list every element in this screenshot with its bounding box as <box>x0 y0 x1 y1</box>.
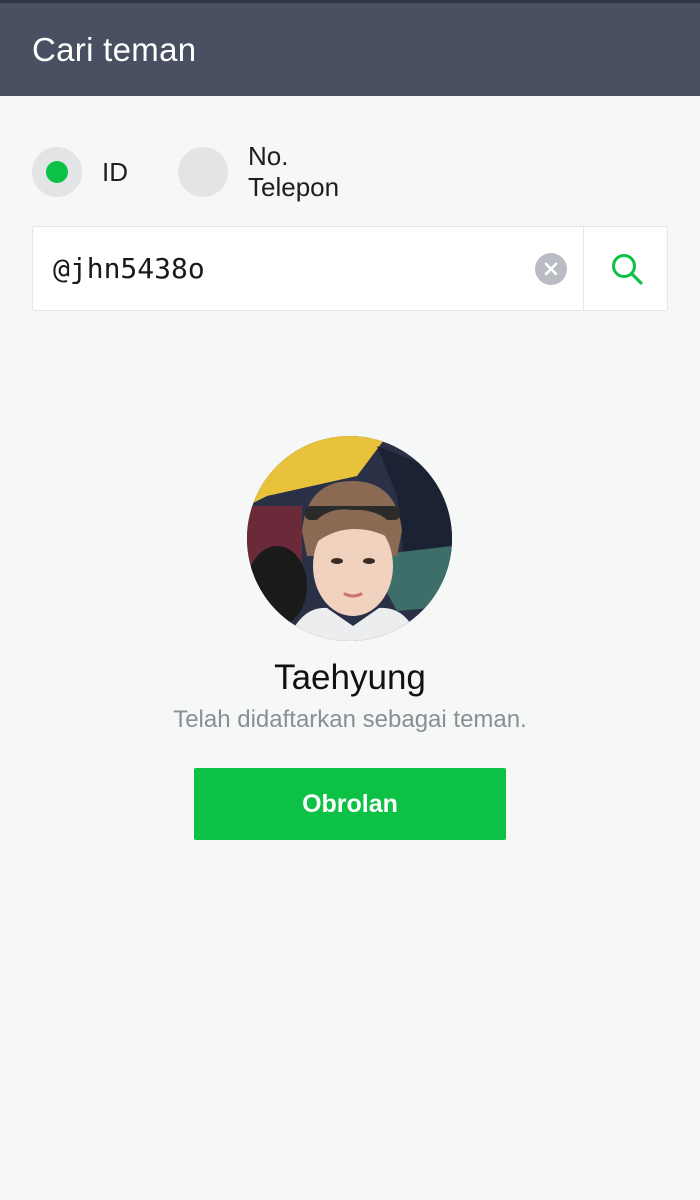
radio-button-phone[interactable] <box>178 147 228 197</box>
radio-option-id[interactable]: ID <box>32 146 128 198</box>
radio-selected-dot <box>46 161 68 183</box>
friend-name: Taehyung <box>274 658 426 697</box>
radio-button-id[interactable] <box>32 147 82 197</box>
app-header: Cari teman <box>0 0 700 96</box>
avatar[interactable] <box>247 436 452 641</box>
clear-circle-icon[interactable] <box>535 253 567 285</box>
search-box <box>32 226 668 311</box>
search-input[interactable] <box>33 227 553 310</box>
radio-label-id: ID <box>102 156 128 187</box>
search-button[interactable] <box>584 227 668 310</box>
chat-button[interactable]: Obrolan <box>194 768 506 840</box>
radio-option-phone[interactable]: No. Telepon <box>178 141 339 202</box>
radio-label-phone: No. Telepon <box>248 141 340 202</box>
search-icon <box>612 254 643 285</box>
page-title: Cari teman <box>32 31 197 68</box>
friend-status: Telah didaftarkan sebagai teman. <box>173 706 527 733</box>
